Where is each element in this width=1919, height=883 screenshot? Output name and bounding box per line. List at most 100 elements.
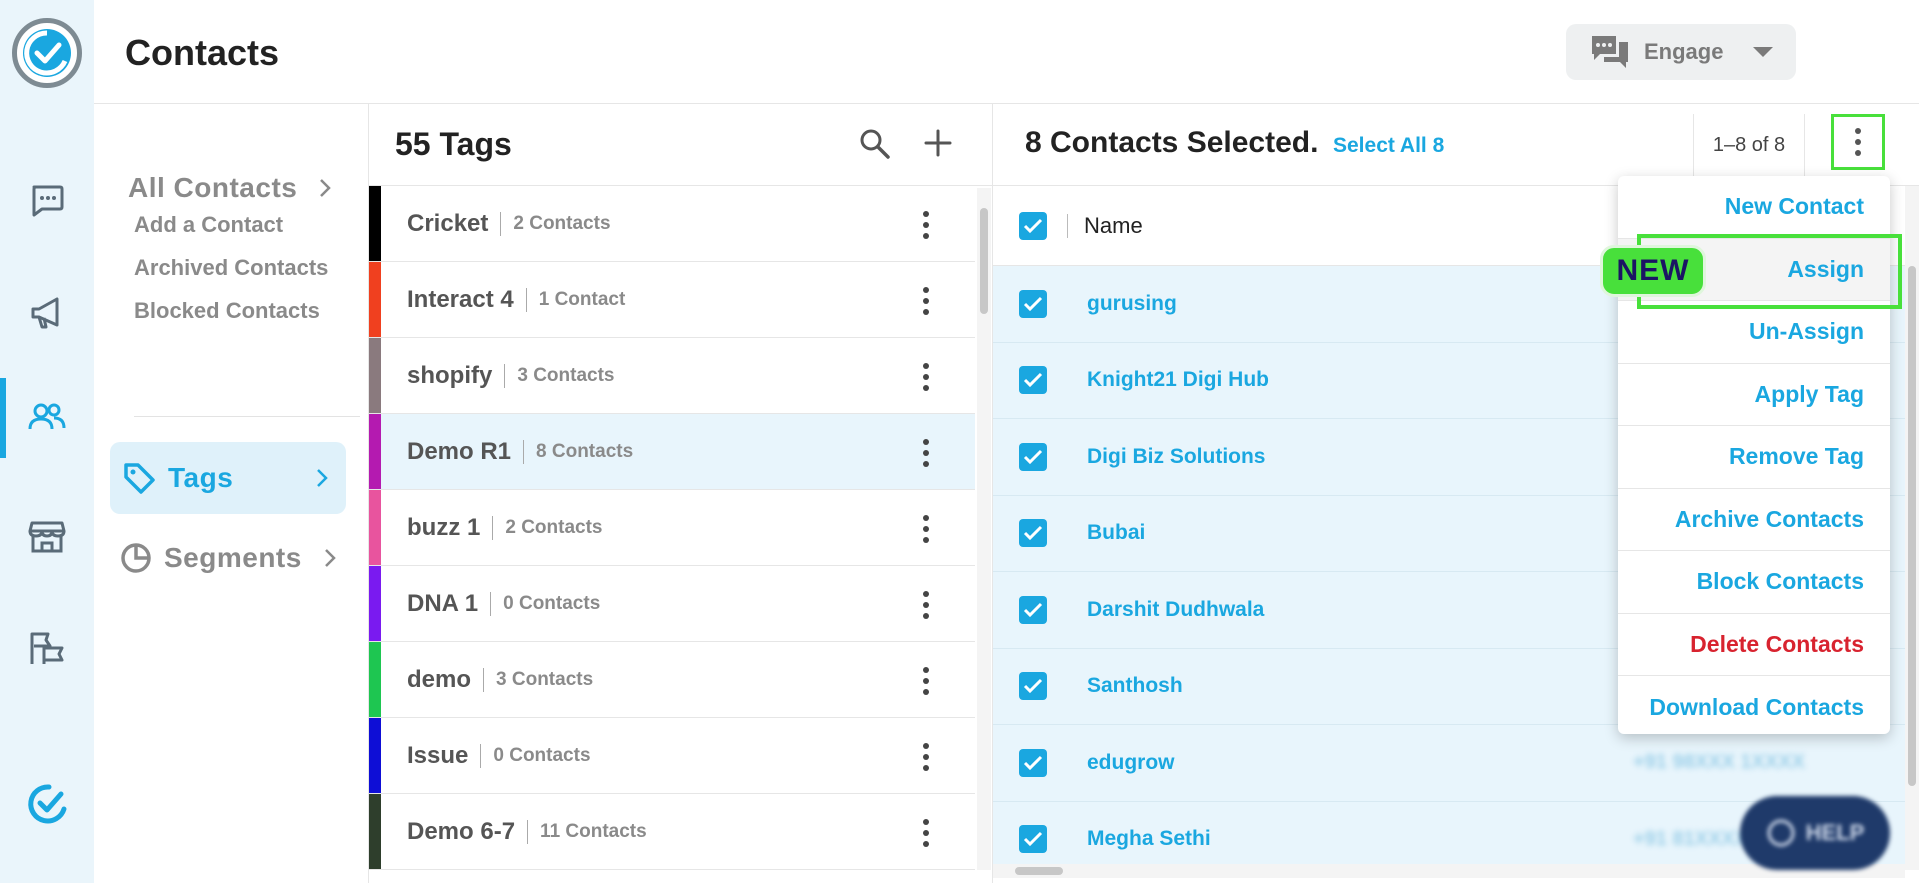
all-contacts-link[interactable]: All Contacts [128, 172, 332, 204]
tag-row[interactable]: shopify 3 Contacts [369, 338, 975, 414]
tag-icon [124, 463, 155, 494]
tag-row[interactable]: Cricket 2 Contacts [369, 186, 975, 262]
contacts-panel-header: 8 Contacts Selected. Select All 8 1–8 of… [993, 104, 1919, 186]
tag-separator [490, 591, 492, 616]
segments-nav-item[interactable]: Segments [120, 542, 336, 574]
contacts-icon [28, 403, 66, 430]
tag-options-button[interactable] [911, 512, 941, 546]
menu-item-new-contact[interactable]: New Contact [1618, 176, 1890, 239]
pie-chart-icon [121, 543, 151, 573]
menu-item-download-contacts[interactable]: Download Contacts [1618, 676, 1890, 739]
tag-color-bar [369, 642, 381, 717]
contact-name-link[interactable]: Megha Sethi [1087, 827, 1211, 851]
tag-name: shopify [407, 361, 493, 389]
app-logo-icon[interactable] [12, 18, 82, 88]
pagination-label: 1–8 of 8 [1693, 114, 1805, 176]
engage-label: Engage [1644, 39, 1724, 64]
tag-row[interactable]: Issue 0 Contacts [369, 718, 975, 794]
tag-name: DNA 1 [407, 589, 479, 617]
contact-name-link[interactable]: edugrow [1087, 751, 1175, 775]
menu-item-apply-tag[interactable]: Apply Tag [1618, 364, 1890, 426]
checkmark-icon [1023, 602, 1043, 617]
menu-item-remove-tag[interactable]: Remove Tag [1618, 426, 1890, 489]
tag-row[interactable]: Interact 4 1 Contact [369, 262, 975, 338]
menu-item-block-contacts[interactable]: Block Contacts [1618, 551, 1890, 614]
rail-flags-button[interactable] [0, 609, 94, 689]
selection-summary: 8 Contacts Selected. [1025, 126, 1319, 159]
help-button[interactable]: HELP [1740, 796, 1890, 870]
contact-checkbox[interactable] [1019, 595, 1047, 624]
tag-options-button[interactable] [911, 816, 941, 850]
tag-options-button[interactable] [911, 664, 941, 698]
caret-down-icon [1753, 47, 1774, 57]
tags-scrollbar[interactable] [977, 188, 991, 870]
contact-name-link[interactable]: gurusing [1087, 292, 1177, 316]
contacts-vertical-scrollbar-thumb[interactable] [1908, 266, 1916, 786]
page-header: Contacts Engage [94, 0, 1919, 104]
engage-dropdown-button[interactable]: Engage [1566, 24, 1796, 80]
contact-checkbox[interactable] [1019, 289, 1047, 318]
help-label: HELP [1805, 820, 1865, 845]
tags-panel-header: 55 Tags [369, 104, 992, 186]
tag-row[interactable]: demo 3 Contacts [369, 642, 975, 718]
tag-separator [483, 667, 485, 692]
contacts-vertical-scrollbar[interactable] [1905, 186, 1919, 870]
tag-list: Cricket 2 Contacts Interact 4 1 Contact shop… [369, 186, 975, 870]
contact-checkbox[interactable] [1019, 442, 1047, 471]
contact-checkbox[interactable] [1019, 825, 1047, 854]
checkmark-icon [1023, 526, 1043, 541]
search-icon [860, 129, 890, 159]
rail-chat-button[interactable] [0, 160, 94, 240]
tag-options-button[interactable] [911, 588, 941, 622]
page-title: Contacts [125, 32, 280, 73]
tag-row[interactable]: DNA 1 0 Contacts [369, 566, 975, 642]
select-all-link[interactable]: Select All 8 [1333, 134, 1444, 158]
subnav-divider [134, 416, 360, 417]
contacts-horizontal-scrollbar-thumb[interactable] [1015, 867, 1063, 875]
checkmark-icon [1023, 679, 1043, 694]
tag-color-bar [369, 338, 381, 413]
tags-nav-item[interactable]: Tags [110, 442, 346, 514]
contact-name-link[interactable]: Knight21 Digi Hub [1087, 368, 1269, 392]
contact-name-link[interactable]: Santhosh [1087, 674, 1183, 698]
tag-separator [525, 287, 527, 312]
tag-options-button[interactable] [911, 436, 941, 470]
tags-scrollbar-thumb[interactable] [980, 208, 988, 314]
tag-separator [504, 363, 506, 388]
checkmark-icon [1023, 449, 1043, 464]
tag-row[interactable]: Demo 6-7 11 Contacts [369, 794, 975, 870]
tag-options-button[interactable] [911, 284, 941, 318]
name-column-header[interactable]: Name [1084, 213, 1143, 239]
tag-color-bar [369, 566, 381, 641]
contact-checkbox[interactable] [1019, 748, 1047, 777]
tag-row[interactable]: Demo R1 8 Contacts [369, 414, 975, 490]
tag-row[interactable]: buzz 1 2 Contacts [369, 490, 975, 566]
contact-checkbox[interactable] [1019, 672, 1047, 701]
menu-item-delete-contacts[interactable]: Delete Contacts [1618, 614, 1890, 676]
add-tag-button[interactable] [919, 124, 957, 162]
tag-options-button[interactable] [911, 360, 941, 394]
kebab-dot [1855, 139, 1861, 145]
contact-name-link[interactable]: Darshit Dudhwala [1087, 598, 1264, 622]
select-all-checkbox[interactable] [1019, 211, 1047, 240]
contact-name-link[interactable]: Bubai [1087, 521, 1145, 545]
menu-item-archive-contacts[interactable]: Archive Contacts [1618, 489, 1890, 551]
tag-color-bar [369, 186, 381, 261]
menu-item-un-assign[interactable]: Un-Assign [1618, 301, 1890, 364]
search-tags-button[interactable] [857, 126, 893, 162]
tag-options-button[interactable] [911, 740, 941, 774]
rail-contacts-button[interactable] [0, 378, 94, 458]
tag-options-button[interactable] [911, 208, 941, 242]
contact-checkbox[interactable] [1019, 519, 1047, 548]
rail-store-button[interactable] [0, 496, 94, 576]
add-contact-link[interactable]: Add a Contact [134, 212, 283, 238]
help-icon [1767, 819, 1795, 847]
brand-check-icon[interactable] [22, 778, 72, 828]
blocked-contacts-link[interactable]: Blocked Contacts [134, 298, 320, 324]
contact-checkbox[interactable] [1019, 366, 1047, 395]
rail-campaigns-button[interactable] [0, 273, 94, 353]
more-actions-button[interactable] [1831, 114, 1885, 170]
archived-contacts-link[interactable]: Archived Contacts [134, 255, 328, 281]
contact-name-link[interactable]: Digi Biz Solutions [1087, 445, 1266, 469]
checkmark-icon [1023, 832, 1043, 847]
